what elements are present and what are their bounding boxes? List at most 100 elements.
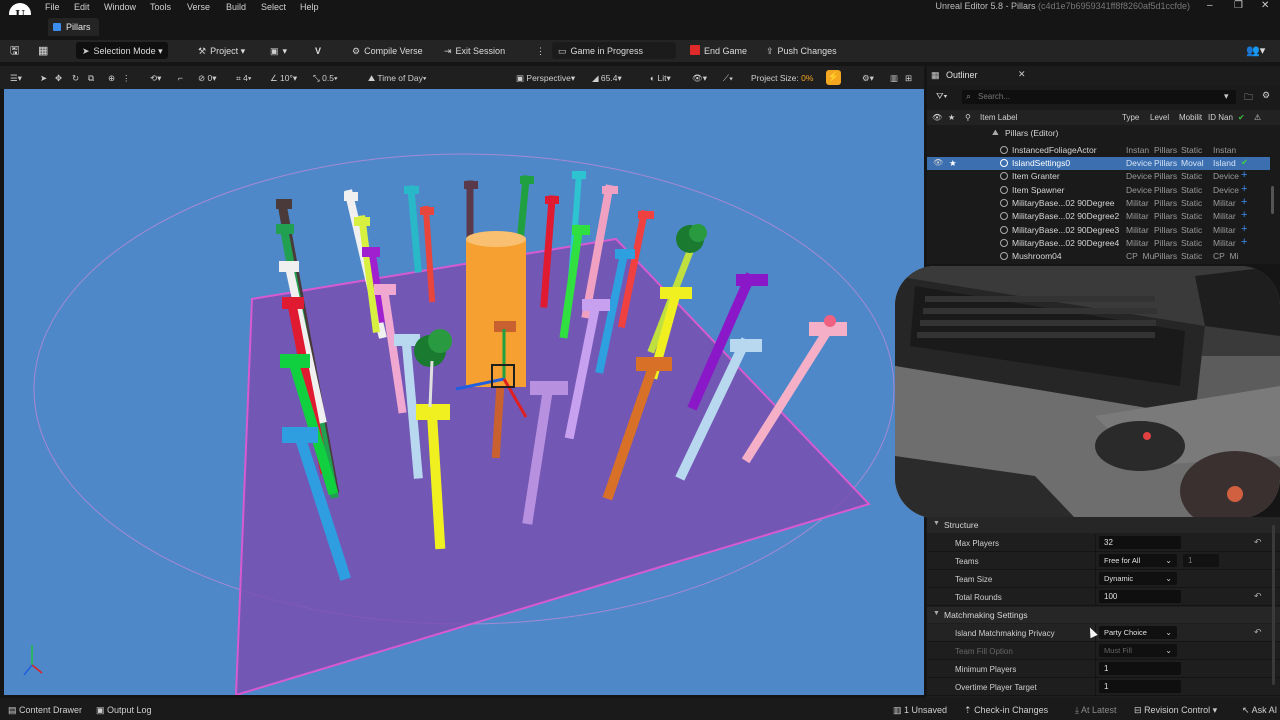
total-rounds-input[interactable]: 100 bbox=[1099, 590, 1181, 603]
table-row[interactable]: Mushroom04 CP_Mu Pillars Static CP_Mi bbox=[927, 250, 1270, 260]
world-space-icon[interactable]: ⊕ bbox=[108, 73, 115, 84]
reset-to-default-icon[interactable]: ↶ bbox=[1254, 627, 1262, 638]
tab-pillars[interactable]: Pillars bbox=[48, 18, 99, 36]
fov-button[interactable]: ◢ 65.4▾ bbox=[592, 73, 622, 84]
table-row[interactable]: MilitaryBase...02 90Degree3 Militar Pill… bbox=[927, 223, 1270, 237]
minimum-players-input[interactable]: 1 bbox=[1099, 662, 1181, 675]
menu-help[interactable]: Help bbox=[300, 2, 319, 12]
column-item-label[interactable]: Item Label bbox=[980, 113, 1017, 122]
add-icon[interactable]: + bbox=[1241, 169, 1247, 181]
add-icon[interactable]: + bbox=[1241, 183, 1247, 195]
restore-icon[interactable]: ❐ bbox=[1234, 0, 1243, 11]
more-tools-icon[interactable]: ⋮ bbox=[122, 73, 131, 84]
rotate-tool-icon[interactable]: ↻ bbox=[72, 73, 79, 84]
scale-tool-icon[interactable]: ⧉ bbox=[88, 73, 94, 84]
level-viewport[interactable] bbox=[4, 89, 924, 695]
output-log-button[interactable]: ▣ Output Log bbox=[96, 705, 152, 716]
revision-control-button[interactable]: ⊟ Revision Control ▾ bbox=[1134, 705, 1217, 716]
table-row[interactable]: MilitaryBase...02 90Degree4 Militar Pill… bbox=[927, 236, 1270, 250]
collapse-arrow-icon[interactable]: ▼ bbox=[933, 610, 940, 617]
column-type[interactable]: Type bbox=[1122, 113, 1139, 122]
layout-icon[interactable]: ▥ bbox=[890, 73, 898, 84]
column-level[interactable]: Level bbox=[1150, 113, 1169, 122]
column-mobility[interactable]: Mobilit bbox=[1179, 113, 1202, 122]
menu-select[interactable]: Select bbox=[261, 2, 286, 12]
visibility-column-icon[interactable]: 👁 bbox=[932, 113, 942, 122]
scale-snap-toggle[interactable]: ⤡ 0.5▾ bbox=[313, 73, 338, 84]
outliner-scrollbar[interactable] bbox=[1271, 186, 1274, 214]
exit-session-button[interactable]: ⇥ Exit Session bbox=[444, 44, 505, 58]
at-latest-status[interactable]: ⤓ At Latest bbox=[1075, 705, 1117, 716]
table-row[interactable]: InstancedFoliageActor Instan Pillars Sta… bbox=[927, 144, 1270, 157]
outliner-root-row[interactable]: ⛰ Pillars (Editor) bbox=[927, 127, 1270, 140]
team-size-dropdown[interactable]: Dynamic ⌄ bbox=[1099, 572, 1177, 585]
collapse-arrow-icon[interactable]: ▼ bbox=[933, 520, 940, 527]
visibility-icon[interactable]: 👁 bbox=[933, 158, 943, 167]
table-row[interactable]: Item Granter Device Pillars Static Devic… bbox=[927, 169, 1270, 183]
users-icon[interactable]: 👥▾ bbox=[1246, 44, 1265, 58]
table-row[interactable]: MilitaryBase...02 90Degree Militar Pilla… bbox=[927, 196, 1270, 210]
pin-column-icon[interactable]: ⚲ bbox=[965, 113, 971, 122]
performance-icon[interactable]: ⟋▾ bbox=[723, 73, 733, 84]
select-tool-icon[interactable]: ➤ bbox=[40, 73, 47, 84]
grid-snap-toggle[interactable]: ⌗ 4▾ bbox=[236, 73, 251, 84]
viewport-menu-icon[interactable]: ☰▾ bbox=[10, 73, 22, 84]
privacy-dropdown[interactable]: Party Choice ⌄ bbox=[1099, 626, 1177, 639]
add-icon[interactable]: + bbox=[1241, 196, 1247, 208]
content-icon[interactable]: ▦ bbox=[38, 44, 48, 58]
team-count-input[interactable]: 1 bbox=[1183, 554, 1219, 567]
menu-edit[interactable]: Edit bbox=[74, 2, 90, 12]
realtime-icon[interactable]: ⚡ bbox=[826, 70, 841, 85]
time-of-day-button[interactable]: ⛰ Time of Day▾ bbox=[368, 73, 426, 84]
teams-dropdown[interactable]: Free for All ⌄ bbox=[1099, 554, 1177, 567]
verse-icon[interactable]: V bbox=[315, 44, 321, 58]
view-mode-button[interactable]: ◐ Lit▾ bbox=[650, 73, 671, 84]
reset-to-default-icon[interactable]: ↶ bbox=[1254, 537, 1262, 548]
unsaved-button[interactable]: ▥ 1 Unsaved bbox=[893, 705, 947, 716]
menu-build[interactable]: Build bbox=[226, 2, 246, 12]
close-outliner-icon[interactable]: ✕ bbox=[1018, 69, 1026, 80]
save-icon[interactable]: 🖫 bbox=[10, 44, 19, 58]
rotation-snap-toggle[interactable]: ⊘ 0▾ bbox=[198, 73, 217, 84]
section-structure[interactable]: ▼ Structure bbox=[927, 517, 1280, 533]
perspective-button[interactable]: ▣ Perspective▾ bbox=[516, 73, 575, 84]
ask-ai-button[interactable]: ↖ Ask AI bbox=[1242, 705, 1277, 716]
section-matchmaking[interactable]: ▼ Matchmaking Settings bbox=[927, 607, 1280, 623]
menu-window[interactable]: Window bbox=[104, 2, 136, 12]
column-id[interactable]: ID Nan bbox=[1208, 113, 1233, 122]
search-dropdown-icon[interactable]: ▾ bbox=[1224, 91, 1229, 102]
compile-verse-button[interactable]: ⚙ Compile Verse bbox=[352, 44, 423, 58]
details-scrollbar[interactable] bbox=[1272, 525, 1275, 685]
menu-verse[interactable]: Verse bbox=[187, 2, 210, 12]
content-drawer-button[interactable]: ▤ Content Drawer bbox=[8, 705, 82, 716]
max-players-input[interactable]: 32 bbox=[1099, 536, 1181, 549]
maximize-viewport-icon[interactable]: ⊞ bbox=[905, 73, 912, 84]
surface-snap-icon[interactable]: ⟲▾ bbox=[150, 73, 161, 84]
reset-to-default-icon[interactable]: ↶ bbox=[1254, 591, 1262, 602]
favorite-column-icon[interactable]: ★ bbox=[948, 113, 955, 122]
minimize-icon[interactable]: – bbox=[1207, 0, 1213, 11]
check-in-button[interactable]: ⇡ Check-in Changes bbox=[964, 705, 1048, 716]
angle-snap-toggle[interactable]: ∠ 10°▾ bbox=[270, 73, 297, 84]
add-icon[interactable]: + bbox=[1241, 236, 1247, 248]
team-fill-dropdown[interactable]: Must Fill ⌄ bbox=[1099, 644, 1177, 657]
filter-icon[interactable]: ⛛▾ bbox=[936, 91, 947, 102]
menu-tools[interactable]: Tools bbox=[150, 2, 171, 12]
outliner-search-input[interactable]: Search... bbox=[962, 90, 1236, 104]
add-actor-button[interactable]: ▣ ▾ bbox=[270, 44, 287, 58]
table-row-selected[interactable]: 👁 ★ IslandSettings0 Device Pillars Moval… bbox=[927, 157, 1270, 170]
settings-gear-icon[interactable]: ⚙ bbox=[1262, 90, 1270, 101]
push-changes-button[interactable]: ⇪ Push Changes bbox=[766, 44, 837, 58]
settings-icon[interactable]: ⚙▾ bbox=[862, 73, 874, 84]
add-icon[interactable]: + bbox=[1241, 209, 1247, 221]
end-game-button[interactable]: End Game bbox=[704, 44, 747, 58]
favorite-icon[interactable]: ★ bbox=[949, 158, 957, 169]
folder-icon[interactable]: 🗀 bbox=[1244, 90, 1253, 106]
close-window-icon[interactable]: ✕ bbox=[1261, 0, 1269, 11]
more-options-icon[interactable]: ⋮ bbox=[536, 44, 545, 58]
table-row[interactable]: Item Spawner Device Pillars Static Devic… bbox=[927, 183, 1270, 197]
project-button[interactable]: ⚒ Project ▾ bbox=[198, 44, 245, 58]
add-icon[interactable]: + bbox=[1241, 223, 1247, 235]
menu-file[interactable]: File bbox=[45, 2, 60, 12]
move-tool-icon[interactable]: ✥ bbox=[55, 73, 62, 84]
